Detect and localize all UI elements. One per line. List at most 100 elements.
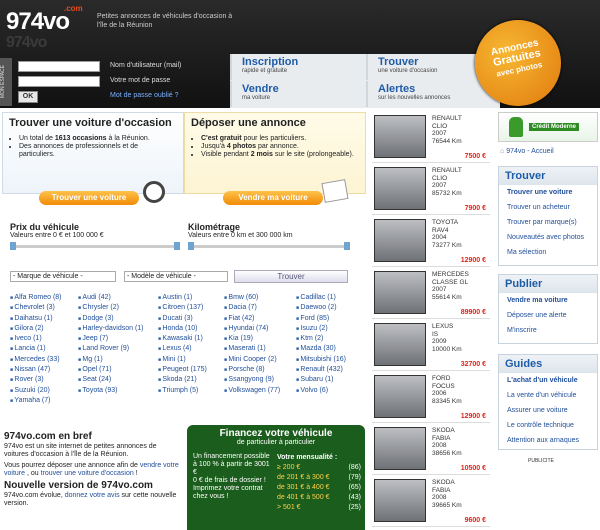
brand-link[interactable]: Skoda (21) — [158, 375, 207, 385]
sidebar-guides-item[interactable]: Le contrôle technique — [499, 418, 597, 433]
brand-link[interactable]: Subaru (1) — [296, 375, 346, 385]
sidebar-publier-item[interactable]: M'inscrire — [499, 323, 597, 338]
brand-link[interactable]: Ducati (3) — [158, 314, 207, 324]
brand-link[interactable]: Audi (42) — [78, 293, 144, 303]
sell-car-button[interactable]: Vendre ma voiture — [223, 191, 323, 205]
brand-link[interactable]: Jeep (7) — [78, 334, 144, 344]
brand-link[interactable]: Kia (19) — [224, 334, 280, 344]
brand-link[interactable]: Toyota (93) — [78, 386, 144, 396]
brand-link[interactable]: Renault (432) — [296, 365, 346, 375]
brand-link[interactable]: Mazda (30) — [296, 344, 346, 354]
brand-link[interactable]: Opel (71) — [78, 365, 144, 375]
model-select[interactable]: - Modèle de véhicule - — [124, 271, 228, 282]
brand-link[interactable]: Mini Cooper (2) — [224, 355, 280, 365]
brand-link[interactable]: Ford (85) — [296, 314, 346, 324]
sidebar-publier-item[interactable]: Déposer une alerte — [499, 308, 597, 323]
sidebar-trouver-item[interactable]: Trouver un acheteur — [499, 200, 597, 215]
sidebar-guides-item[interactable]: La vente d'un véhicule — [499, 388, 597, 403]
sidebar-guides-item[interactable]: L'achat d'un véhicule — [499, 373, 597, 388]
brand-link[interactable]: Maserati (1) — [224, 344, 280, 354]
brand-link[interactable]: Volkswagen (77) — [224, 386, 280, 396]
brand-link[interactable]: Dacia (7) — [224, 303, 280, 313]
brand-link[interactable]: Gilora (2) — [10, 324, 62, 334]
brand-link[interactable]: Iveco (1) — [10, 334, 62, 344]
nav-alertes[interactable]: Alertes sur les nouvelles annonces — [366, 81, 500, 107]
brand-link[interactable]: Ssangyong (9) — [224, 375, 280, 385]
forgot-password-link[interactable]: Mot de passe oublié ? — [110, 92, 179, 99]
brand-link[interactable]: Ktm (2) — [296, 334, 346, 344]
brand-link[interactable]: Peugeot (175) — [158, 365, 207, 375]
find-car-button[interactable]: Trouver une voiture — [39, 191, 139, 205]
brand-link[interactable]: Kawasaki (1) — [158, 334, 207, 344]
nav-vendre[interactable]: Vendre ma voiture — [230, 81, 364, 107]
sidebar-trouver-item[interactable]: Trouver une voiture — [499, 185, 597, 200]
brand-link[interactable]: Dodge (3) — [78, 314, 144, 324]
price-max-handle[interactable] — [174, 242, 180, 250]
brand-link[interactable]: Daihatsu (1) — [10, 314, 62, 324]
brand-link[interactable]: Cadillac (1) — [296, 293, 346, 303]
car-photo[interactable] — [374, 375, 426, 418]
brand-link[interactable]: Mitsubishi (16) — [296, 355, 346, 365]
brand-link[interactable]: Mercedes (33) — [10, 355, 62, 365]
logo[interactable]: 974vo — [6, 8, 70, 36]
brand-link[interactable]: Isuzu (2) — [296, 324, 346, 334]
brand-link[interactable]: Honda (10) — [158, 324, 207, 334]
brand-link[interactable]: Suzuki (20) — [10, 386, 62, 396]
nav-inscription[interactable]: Inscription rapide et gratuite — [230, 54, 364, 80]
credit-banner[interactable]: Crédit Moderne — [498, 112, 598, 142]
brand-link[interactable]: Land Rover (9) — [78, 344, 144, 354]
brand-link[interactable]: Seat (24) — [78, 375, 144, 385]
car-listing[interactable]: RENAULT CLIO 2007 85732 Km 7900 € — [372, 164, 490, 215]
car-photo[interactable] — [374, 479, 426, 522]
brand-link[interactable]: Lancia (1) — [10, 344, 62, 354]
car-photo[interactable] — [374, 115, 426, 158]
finance-row[interactable]: de 201 € à 300 € (79) — [277, 473, 361, 483]
car-photo[interactable] — [374, 167, 426, 210]
brand-link[interactable]: Bmw (60) — [224, 293, 280, 303]
sidebar-publier-item[interactable]: Vendre ma voiture — [499, 293, 597, 308]
brand-link[interactable]: Daewoo (2) — [296, 303, 346, 313]
brand-link[interactable]: Harley-davidson (1) — [78, 324, 144, 334]
find-button[interactable]: Trouver — [234, 270, 348, 283]
brand-link[interactable]: Volvo (6) — [296, 386, 346, 396]
home-link[interactable]: ⌂ 974vo - Accueil — [500, 148, 554, 155]
brand-select[interactable]: - Marque de véhicule - — [10, 271, 116, 282]
car-photo[interactable] — [374, 219, 426, 262]
km-min-handle[interactable] — [188, 242, 194, 250]
car-listing[interactable]: SKODA FABIA 2008 38656 Km 10500 € — [372, 424, 490, 475]
brand-link[interactable]: Alfa Romeo (8) — [10, 293, 62, 303]
brand-link[interactable]: Hyundai (74) — [224, 324, 280, 334]
car-listing[interactable]: RENAULT CLIO 2007 76544 Km 7500 € — [372, 112, 490, 163]
brand-link[interactable]: Rover (3) — [10, 375, 62, 385]
brand-link[interactable]: Austin (1) — [158, 293, 207, 303]
car-listing[interactable]: SKODA FABIA 2008 39665 Km 9600 € — [372, 476, 490, 527]
brand-link[interactable]: Lexus (4) — [158, 344, 207, 354]
km-max-handle[interactable] — [344, 242, 350, 250]
brand-link[interactable]: Chrysler (2) — [78, 303, 144, 313]
brand-link[interactable]: Yamaha (7) — [10, 396, 62, 406]
car-photo[interactable] — [374, 427, 426, 470]
car-photo[interactable] — [374, 323, 426, 366]
feedback-link[interactable]: donnez votre avis — [65, 492, 120, 499]
brand-link[interactable]: Triumph (5) — [158, 386, 207, 396]
car-listing[interactable]: LEXUS IS 2009 10000 Km 32700 € — [372, 320, 490, 371]
car-photo[interactable] — [374, 271, 426, 314]
sidebar-guides-item[interactable]: Attention aux arnaques — [499, 433, 597, 448]
sidebar-trouver-item[interactable]: Nouveautés avec photos — [499, 230, 597, 245]
ok-button[interactable]: OK — [18, 91, 38, 103]
finance-row[interactable]: de 401 € à 500 € (43) — [277, 493, 361, 503]
finance-box[interactable]: Financez votre véhicule de particulier à… — [187, 425, 365, 530]
km-slider[interactable] — [188, 242, 350, 250]
home-link-text[interactable]: 974vo - Accueil — [506, 148, 553, 155]
brand-link[interactable]: Fiat (42) — [224, 314, 280, 324]
brand-link[interactable]: Porsche (8) — [224, 365, 280, 375]
sidebar-guides-item[interactable]: Assurer une voiture — [499, 403, 597, 418]
sidebar-trouver-item[interactable]: Trouver par marque(s) — [499, 215, 597, 230]
sidebar-trouver-item[interactable]: Ma sélection — [499, 245, 597, 260]
finance-row[interactable]: ≥ 200 € (86) — [277, 463, 361, 473]
username-input[interactable] — [18, 61, 100, 72]
finance-row[interactable]: > 501 € (25) — [277, 503, 361, 513]
car-listing[interactable]: TOYOTA RAV4 2004 73277 Km 12900 € — [372, 216, 490, 267]
brand-link[interactable]: Mg (1) — [78, 355, 144, 365]
price-slider[interactable] — [10, 242, 180, 250]
